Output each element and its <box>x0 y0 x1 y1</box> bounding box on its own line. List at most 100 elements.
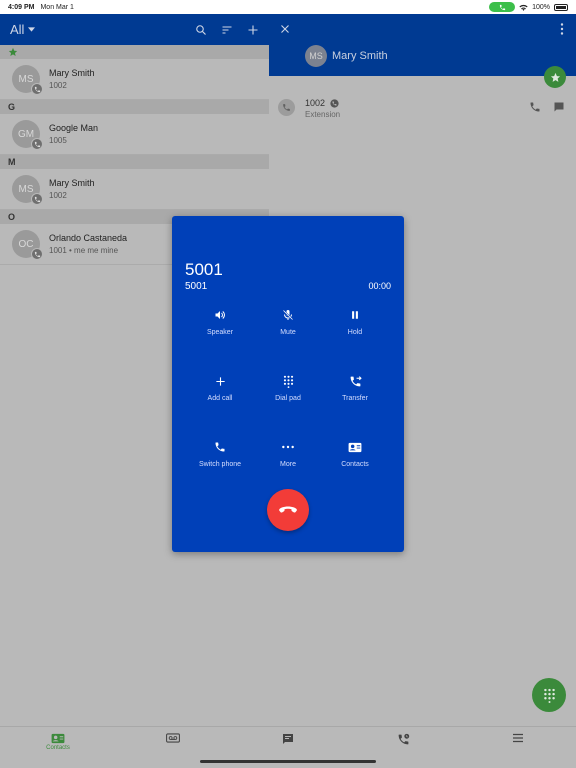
contact-name: Mary Smith <box>49 178 95 188</box>
switch-phone-button[interactable]: Switch phone <box>185 439 255 468</box>
status-time: 4:09 PM <box>8 3 35 11</box>
presence-phone-icon <box>330 98 339 108</box>
pause-icon <box>352 311 358 319</box>
voicemail-icon <box>166 733 180 743</box>
contacts-card-icon <box>51 733 65 744</box>
avatar: MS <box>12 65 43 95</box>
contact-row[interactable]: MS Mary Smith 1002 <box>0 169 269 210</box>
add-call-button[interactable]: Add call <box>185 373 255 402</box>
battery-icon <box>554 3 568 11</box>
contact-extension: 1002 <box>49 191 67 200</box>
more-vert-icon[interactable] <box>560 23 564 35</box>
avatar-initials: MS <box>18 73 34 85</box>
active-call-pill[interactable] <box>489 2 516 12</box>
filter-dropdown[interactable]: All <box>10 22 36 37</box>
avatar: GM <box>12 120 43 150</box>
battery-percent: 100% <box>532 3 550 11</box>
call-number: 5001 <box>185 260 223 279</box>
contact-extension: 1002 <box>49 81 67 90</box>
switch-phone-label: Switch phone <box>198 461 242 468</box>
phone-icon <box>215 442 225 452</box>
avatar: MS <box>305 45 327 67</box>
menu-icon <box>513 733 523 743</box>
phone-badge-icon <box>31 193 43 205</box>
call-subtitle: 5001 <box>185 281 208 292</box>
hold-label: Hold <box>347 329 363 336</box>
hang-up-button[interactable] <box>267 489 309 531</box>
more-horiz-icon <box>282 445 294 449</box>
nav-call-history[interactable] <box>373 733 433 746</box>
favorite-button[interactable] <box>544 66 566 88</box>
dial-pad-button[interactable]: Dial pad <box>253 373 323 402</box>
contacts-card-icon <box>348 442 362 452</box>
star-icon <box>8 47 18 56</box>
add-icon <box>215 376 225 386</box>
call-timer: 00:00 <box>368 281 391 291</box>
contact-name: Orlando Castaneda <box>49 233 128 243</box>
more-label: More <box>280 461 296 468</box>
message-icon[interactable] <box>553 101 565 113</box>
contacts-label: Contacts <box>341 461 369 468</box>
phone-icon <box>499 4 505 10</box>
avatar-initials: OC <box>18 238 34 250</box>
more-button[interactable]: More <box>253 439 323 468</box>
nav-voicemail[interactable] <box>143 733 203 743</box>
speaker-icon <box>215 311 225 319</box>
phone-badge-icon <box>31 83 43 95</box>
phone-icon <box>278 99 295 116</box>
contact-extension: 1001 • me me mine <box>49 246 119 255</box>
nav-menu[interactable] <box>488 733 548 743</box>
hang-up-icon <box>279 506 297 513</box>
chevron-down-icon <box>28 27 36 32</box>
avatar-initials: GM <box>17 128 35 140</box>
status-bar: 4:09 PM Mon Mar 1 100% <box>0 0 576 14</box>
transfer-button[interactable]: Transfer <box>320 373 390 402</box>
sort-icon[interactable] <box>221 24 233 36</box>
contact-name: Mary Smith <box>49 68 95 78</box>
section-header: G <box>0 100 269 114</box>
contacts-button[interactable]: Contacts <box>320 439 390 468</box>
dialpad-fab-button[interactable] <box>532 678 566 712</box>
contact-name: Google Man <box>49 123 99 133</box>
home-indicator <box>200 760 376 763</box>
section-favorites <box>0 45 269 59</box>
nav-contacts[interactable]: Contacts <box>28 733 88 751</box>
nav-messages[interactable] <box>258 733 318 745</box>
contacts-header: All <box>0 14 269 45</box>
active-call-dialog: 5001 5001 00:00 Speaker Mute Hold Add ca… <box>172 216 404 552</box>
transfer-icon <box>350 375 362 386</box>
extension-row[interactable]: 1002 Extension <box>269 96 576 126</box>
phone-badge-icon <box>31 248 43 260</box>
nav-contacts-label: Contacts <box>46 745 70 751</box>
avatar: OC <box>12 230 43 260</box>
extension-label: Extension <box>305 110 341 119</box>
search-icon[interactable] <box>195 24 207 36</box>
mute-label: Mute <box>280 329 296 336</box>
add-icon[interactable] <box>247 24 259 36</box>
status-date: Mon Mar 1 <box>40 3 74 11</box>
call-history-icon <box>398 733 409 745</box>
dial-pad-label: Dial pad <box>275 395 301 402</box>
avatar: MS <box>12 175 43 205</box>
hold-button[interactable]: Hold <box>320 307 390 336</box>
contact-row[interactable]: MS Mary Smith 1002 <box>0 59 269 100</box>
message-icon <box>283 734 293 744</box>
filter-label: All <box>10 22 25 37</box>
phone-badge-icon <box>31 138 43 150</box>
section-header: M <box>0 155 269 169</box>
add-call-label: Add call <box>207 395 233 402</box>
transfer-label: Transfer <box>342 395 368 402</box>
contact-detail-header: MS Mary Smith <box>269 14 576 76</box>
close-icon[interactable] <box>279 23 291 35</box>
extension-number: 1002 <box>305 98 326 108</box>
contact-detail-name: Mary Smith <box>332 50 388 62</box>
speaker-button[interactable]: Speaker <box>185 307 255 336</box>
contact-row[interactable]: GM Google Man 1005 <box>0 114 269 155</box>
call-icon[interactable] <box>529 101 541 113</box>
avatar-initials: MS <box>18 183 34 195</box>
speaker-label: Speaker <box>206 329 234 336</box>
mic-off-icon <box>282 309 294 321</box>
mute-button[interactable]: Mute <box>253 307 323 336</box>
dialpad-icon <box>543 688 555 703</box>
dialpad-icon <box>283 375 293 388</box>
